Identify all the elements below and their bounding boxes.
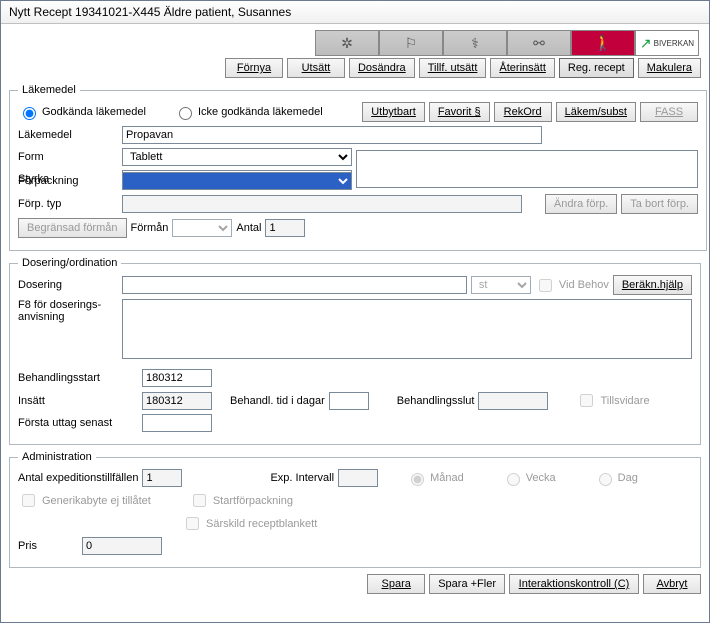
- generika-checkbox[interactable]: Generikabyte ej tillåtet: [18, 491, 151, 510]
- interaktionskontroll-button[interactable]: Interaktionskontroll (C): [509, 574, 639, 594]
- makulera-button[interactable]: Makulera: [638, 58, 701, 78]
- dosering-input[interactable]: [122, 276, 467, 294]
- favorit-button[interactable]: Favorit §: [429, 102, 490, 122]
- toolbar-icon-d[interactable]: ⚯: [507, 30, 571, 56]
- startforp-checkbox[interactable]: Startförpackning: [189, 491, 293, 510]
- tillsvidare-checkbox[interactable]: Tillsvidare: [576, 391, 649, 410]
- spara-button[interactable]: Spara: [367, 574, 425, 594]
- toolbar-icon-c[interactable]: ⚕: [443, 30, 507, 56]
- admin-group: Administration Antal expeditionstillfäll…: [9, 451, 701, 568]
- forsta-input[interactable]: [142, 414, 212, 432]
- behslut-field: [478, 392, 548, 410]
- forpackning-select[interactable]: [122, 172, 352, 190]
- f8-label: F8 för doserings-anvisning: [18, 299, 118, 323]
- utbytbart-button[interactable]: Utbytbart: [362, 102, 425, 122]
- tillf-utsatt-button[interactable]: Tillf. utsätt: [419, 58, 487, 78]
- antal2-label: Antal: [236, 222, 261, 234]
- fass-button[interactable]: FASS: [640, 102, 698, 122]
- fornya-button[interactable]: Förnya: [225, 58, 283, 78]
- aterinsatt-button[interactable]: Återinsätt: [490, 58, 554, 78]
- behtid-label: Behandl. tid i dagar: [230, 395, 325, 407]
- pris-label: Pris: [18, 540, 78, 552]
- lakemsubst-button[interactable]: Läkem/subst: [556, 102, 636, 122]
- vidbehov-checkbox[interactable]: Vid Behov: [535, 276, 609, 295]
- action-row: Förnya Utsätt Dosändra Tillf. utsätt Åte…: [9, 58, 701, 78]
- utsatt-button[interactable]: Utsätt: [287, 58, 345, 78]
- form-select[interactable]: Tablett: [122, 148, 352, 166]
- radio-icke-godkanda[interactable]: Icke godkända läkemedel: [174, 104, 323, 120]
- forsta-label: Första uttag senast: [18, 417, 138, 429]
- behslut-label: Behandlingsslut: [397, 395, 475, 407]
- form-label: Form: [18, 151, 118, 163]
- forptyp-field: [122, 195, 522, 213]
- dosering-label: Dosering: [18, 279, 118, 291]
- sarskild-checkbox[interactable]: Särskild receptblankett: [182, 514, 317, 533]
- tabort-forp-button[interactable]: Ta bort förp.: [621, 194, 698, 214]
- avbryt-button[interactable]: Avbryt: [643, 574, 701, 594]
- behstart-input[interactable]: [142, 369, 212, 387]
- beraknhjalp-button[interactable]: Beräkn.hjälp: [613, 275, 692, 295]
- lakemedel-legend: Läkemedel: [18, 84, 80, 96]
- insatt-field: [142, 392, 212, 410]
- spara-fler-button[interactable]: Spara +Fler: [429, 574, 505, 594]
- lakemedel-input[interactable]: [122, 126, 542, 144]
- reg-recept-button[interactable]: Reg. recept: [559, 58, 634, 78]
- antal-field: [265, 219, 305, 237]
- dosering-legend: Dosering/ordination: [18, 257, 121, 269]
- dosandra-button[interactable]: Dosändra: [349, 58, 415, 78]
- forptyp-label: Förp. typ: [18, 198, 118, 210]
- andra-forp-button[interactable]: Ändra förp.: [545, 194, 617, 214]
- radio-godkanda[interactable]: Godkända läkemedel: [18, 104, 146, 120]
- doseringsanvisning-textarea[interactable]: [122, 299, 692, 359]
- window: Nytt Recept 19341021-X445 Äldre patient,…: [0, 0, 710, 623]
- forpackning-label: Förpackning: [18, 175, 118, 187]
- behtid-input[interactable]: [329, 392, 369, 410]
- expintervall-label: Exp. Intervall: [270, 472, 334, 484]
- toolbar-icon-a[interactable]: ✲: [315, 30, 379, 56]
- radio-vecka[interactable]: Vecka: [502, 470, 556, 486]
- forman2-label: Förmån: [131, 222, 169, 234]
- antalexp-label: Antal expeditionstillfällen: [18, 472, 138, 484]
- forman-select[interactable]: [172, 219, 232, 237]
- pris-field: [82, 537, 162, 555]
- dosering-unit-select[interactable]: st: [471, 276, 531, 294]
- forp-detail-box: [356, 150, 698, 188]
- titlebar: Nytt Recept 19341021-X445 Äldre patient,…: [1, 1, 709, 24]
- begransad-forman-button[interactable]: Begränsad förmån: [18, 218, 127, 238]
- dosering-group: Dosering/ordination Dosering st Vid Beho…: [9, 257, 701, 445]
- window-title: Nytt Recept 19341021-X445 Äldre patient,…: [9, 5, 291, 19]
- insatt-label: Insätt: [18, 395, 138, 407]
- toolbar-icon-reg-recept[interactable]: 🚶: [571, 30, 635, 56]
- admin-legend: Administration: [18, 451, 96, 463]
- toolbar-icon-b[interactable]: ⚐: [379, 30, 443, 56]
- lakemedel-label: Läkemedel: [18, 129, 118, 141]
- radio-dag[interactable]: Dag: [594, 470, 638, 486]
- toolbar-icon-biverkan[interactable]: ↗BIVERKAN: [635, 30, 699, 56]
- lakemedel-group: Läkemedel Godkända läkemedel Icke godkän…: [9, 84, 707, 251]
- antalexp-field: [142, 469, 182, 487]
- toolbar-iconstrip: ✲ ⚐ ⚕ ⚯ 🚶 ↗BIVERKAN: [9, 30, 699, 56]
- bottom-actions: Spara Spara +Fler Interaktionskontroll (…: [9, 574, 701, 594]
- radio-manad[interactable]: Månad: [406, 470, 464, 486]
- behstart-label: Behandlingsstart: [18, 372, 138, 384]
- expintervall-field: [338, 469, 378, 487]
- rekord-button[interactable]: RekOrd: [494, 102, 552, 122]
